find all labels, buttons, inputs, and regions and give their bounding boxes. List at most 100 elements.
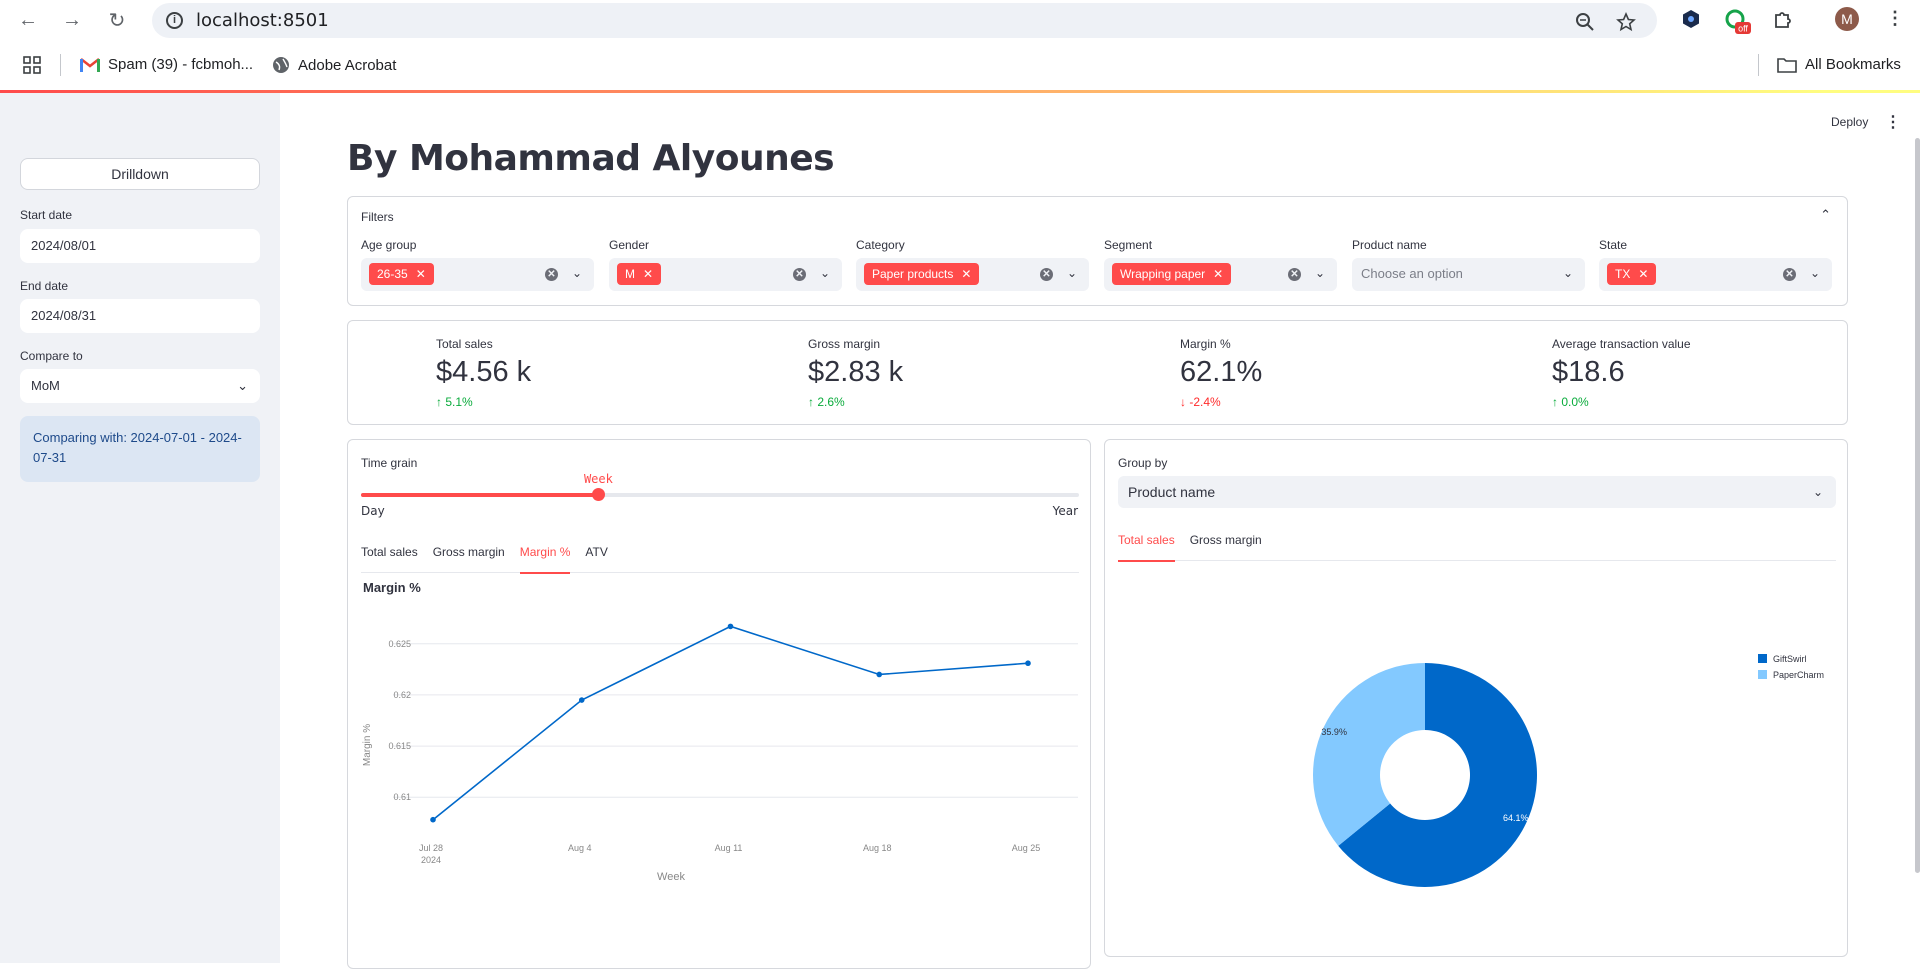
segment-label: Segment <box>1104 238 1153 252</box>
group-by-select[interactable]: Product name ⌄ <box>1118 476 1836 508</box>
bookmark-gmail[interactable]: Spam (39) - fcbmoh... <box>80 56 253 73</box>
data-point[interactable] <box>578 697 585 703</box>
end-date-label: End date <box>20 279 69 293</box>
compare-to-select[interactable]: MoM ⌄ <box>20 369 260 403</box>
remove-chip-icon[interactable]: ✕ <box>643 263 653 285</box>
reload-icon[interactable]: ↻ <box>103 6 131 34</box>
legend-label: PaperCharm <box>1773 670 1824 680</box>
category-select[interactable]: Paper products ✕ ✕ ⌄ <box>856 258 1089 291</box>
data-point[interactable] <box>430 816 436 823</box>
filters-expander: Filters ⌃ Age group 26-35 ✕ ✕ ⌄ Gender M ✕… <box>347 196 1848 306</box>
data-point[interactable] <box>876 671 883 678</box>
chip-label: 26-35 <box>377 267 408 281</box>
state-label: State <box>1599 238 1628 252</box>
y-tick-label: 0.615 <box>388 741 411 751</box>
remove-chip-icon[interactable]: ✕ <box>1213 263 1223 285</box>
product-name-select[interactable]: Choose an option ⌄ <box>1352 258 1585 291</box>
deploy-button[interactable]: Deploy <box>1831 115 1868 129</box>
clear-icon[interactable]: ✕ <box>1783 268 1796 281</box>
chevron-down-icon[interactable]: ⌄ <box>1067 266 1077 280</box>
chip-label: Paper products <box>872 267 954 281</box>
tab-total-sales[interactable]: Total sales <box>1118 531 1175 562</box>
extension-hex-icon[interactable] <box>1680 8 1702 35</box>
extensions-puzzle-icon[interactable] <box>1772 8 1794 35</box>
clear-icon[interactable]: ✕ <box>1288 268 1301 281</box>
metric-total-sales: Total sales $4.56 k ↑ 5.1% <box>436 337 531 409</box>
bookmarks-divider <box>1758 54 1759 76</box>
segment-select[interactable]: Wrapping paper ✕ ✕ ⌄ <box>1104 258 1337 291</box>
donut-chart: 64.1% 35.9% GiftSwirl PaperCharm <box>1313 654 1824 887</box>
gender-select[interactable]: M ✕ ✕ ⌄ <box>609 258 842 291</box>
apps-grid-icon[interactable] <box>22 55 42 75</box>
delta-value: 2.6% <box>817 395 845 409</box>
profile-avatar[interactable]: M <box>1834 6 1860 37</box>
age-group-select[interactable]: 26-35 ✕ ✕ ⌄ <box>361 258 594 291</box>
clear-icon[interactable]: ✕ <box>545 268 558 281</box>
slider-thumb[interactable] <box>591 488 605 501</box>
remove-chip-icon[interactable]: ✕ <box>1638 263 1648 285</box>
group-by-label: Group by <box>1118 456 1168 470</box>
metric-delta: ↑ 5.1% <box>436 395 531 409</box>
main-menu-icon[interactable]: ⋮ <box>1885 112 1901 132</box>
metric-label: Average transaction value <box>1552 337 1691 351</box>
gmail-icon <box>80 57 100 72</box>
metric-delta: ↓ -2.4% <box>1180 395 1262 409</box>
zoom-icon[interactable] <box>1575 12 1595 37</box>
metric-gross-margin: Gross margin $2.83 k ↑ 2.6% <box>808 337 903 409</box>
all-bookmarks[interactable]: All Bookmarks <box>1777 56 1901 73</box>
page-title: By Mohammad Alyounes <box>347 138 835 179</box>
x-axis-label: Week <box>657 871 685 883</box>
site-info-icon[interactable]: i <box>166 12 183 29</box>
url-text[interactable]: localhost:8501 <box>196 10 329 31</box>
scrollbar[interactable] <box>1915 138 1920 873</box>
chevron-down-icon[interactable]: ⌄ <box>1315 266 1325 280</box>
y-tick-label: 0.625 <box>388 639 411 649</box>
metric-value: $2.83 k <box>808 356 904 388</box>
time-grain-label: Time grain <box>361 456 418 470</box>
globe-icon <box>273 57 289 73</box>
sidebar: Drilldown Start date 2024/08/01 End date… <box>0 93 280 963</box>
series-line <box>432 625 1029 821</box>
chrome-menu-icon[interactable]: ⋮ <box>1886 8 1904 29</box>
legend-label: GiftSwirl <box>1773 654 1807 664</box>
compare-to-value: MoM <box>31 378 60 393</box>
forward-arrow-icon[interactable]: → <box>58 6 86 34</box>
extension-off-icon[interactable]: off <box>1724 8 1752 41</box>
remove-chip-icon[interactable]: ✕ <box>961 263 971 285</box>
app-header-decoration <box>0 90 1920 93</box>
chevron-down-icon[interactable]: ⌄ <box>1563 266 1573 280</box>
metrics-container: Total sales $4.56 k ↑ 5.1% Gross margin … <box>347 320 1848 425</box>
data-point[interactable] <box>727 623 734 630</box>
bookmark-star-icon[interactable] <box>1616 11 1636 37</box>
state-select[interactable]: TX ✕ ✕ ⌄ <box>1599 258 1832 291</box>
clear-icon[interactable]: ✕ <box>1040 268 1053 281</box>
end-date-input[interactable]: 2024/08/31 <box>20 299 260 333</box>
data-point[interactable] <box>1025 660 1031 667</box>
drilldown-button[interactable]: Drilldown <box>20 158 260 190</box>
y-tick-label: 0.62 <box>393 690 411 700</box>
clear-icon[interactable]: ✕ <box>793 268 806 281</box>
address-bar[interactable]: i localhost:8501 <box>152 3 1657 38</box>
chevron-down-icon[interactable]: ⌄ <box>820 266 830 280</box>
remove-chip-icon[interactable]: ✕ <box>416 263 426 285</box>
slice-label: 64.1% <box>1503 813 1529 823</box>
chevron-down-icon[interactable]: ⌄ <box>572 266 582 280</box>
metric-atv: Average transaction value $18.6 ↑ 0.0% <box>1552 337 1691 409</box>
chevron-up-icon[interactable]: ⌃ <box>1820 207 1831 223</box>
browser-toolbar: ← → ↻ i localhost:8501 off M ⋮ <box>0 0 1920 40</box>
bookmark-label: Adobe Acrobat <box>298 56 397 74</box>
comparison-info-box: Comparing with: 2024-07-01 - 2024-07-31 <box>20 416 260 482</box>
svg-text:off: off <box>1738 24 1748 34</box>
start-date-input[interactable]: 2024/08/01 <box>20 229 260 263</box>
tab-gross-margin[interactable]: Gross margin <box>1190 531 1262 561</box>
metric-delta: ↑ 2.6% <box>808 395 903 409</box>
chip-label: TX <box>1615 267 1631 281</box>
arrow-up-icon: ↑ <box>436 395 442 409</box>
chevron-down-icon[interactable]: ⌄ <box>1810 266 1820 280</box>
bookmark-adobe[interactable]: Adobe Acrobat <box>272 56 396 74</box>
filters-title[interactable]: Filters <box>361 210 394 224</box>
x-tick-label: Jul 28 <box>419 843 443 853</box>
metric-delta: ↑ 0.0% <box>1552 395 1691 409</box>
x-tick-label: Aug 18 <box>863 843 892 853</box>
back-arrow-icon[interactable]: ← <box>14 6 42 34</box>
